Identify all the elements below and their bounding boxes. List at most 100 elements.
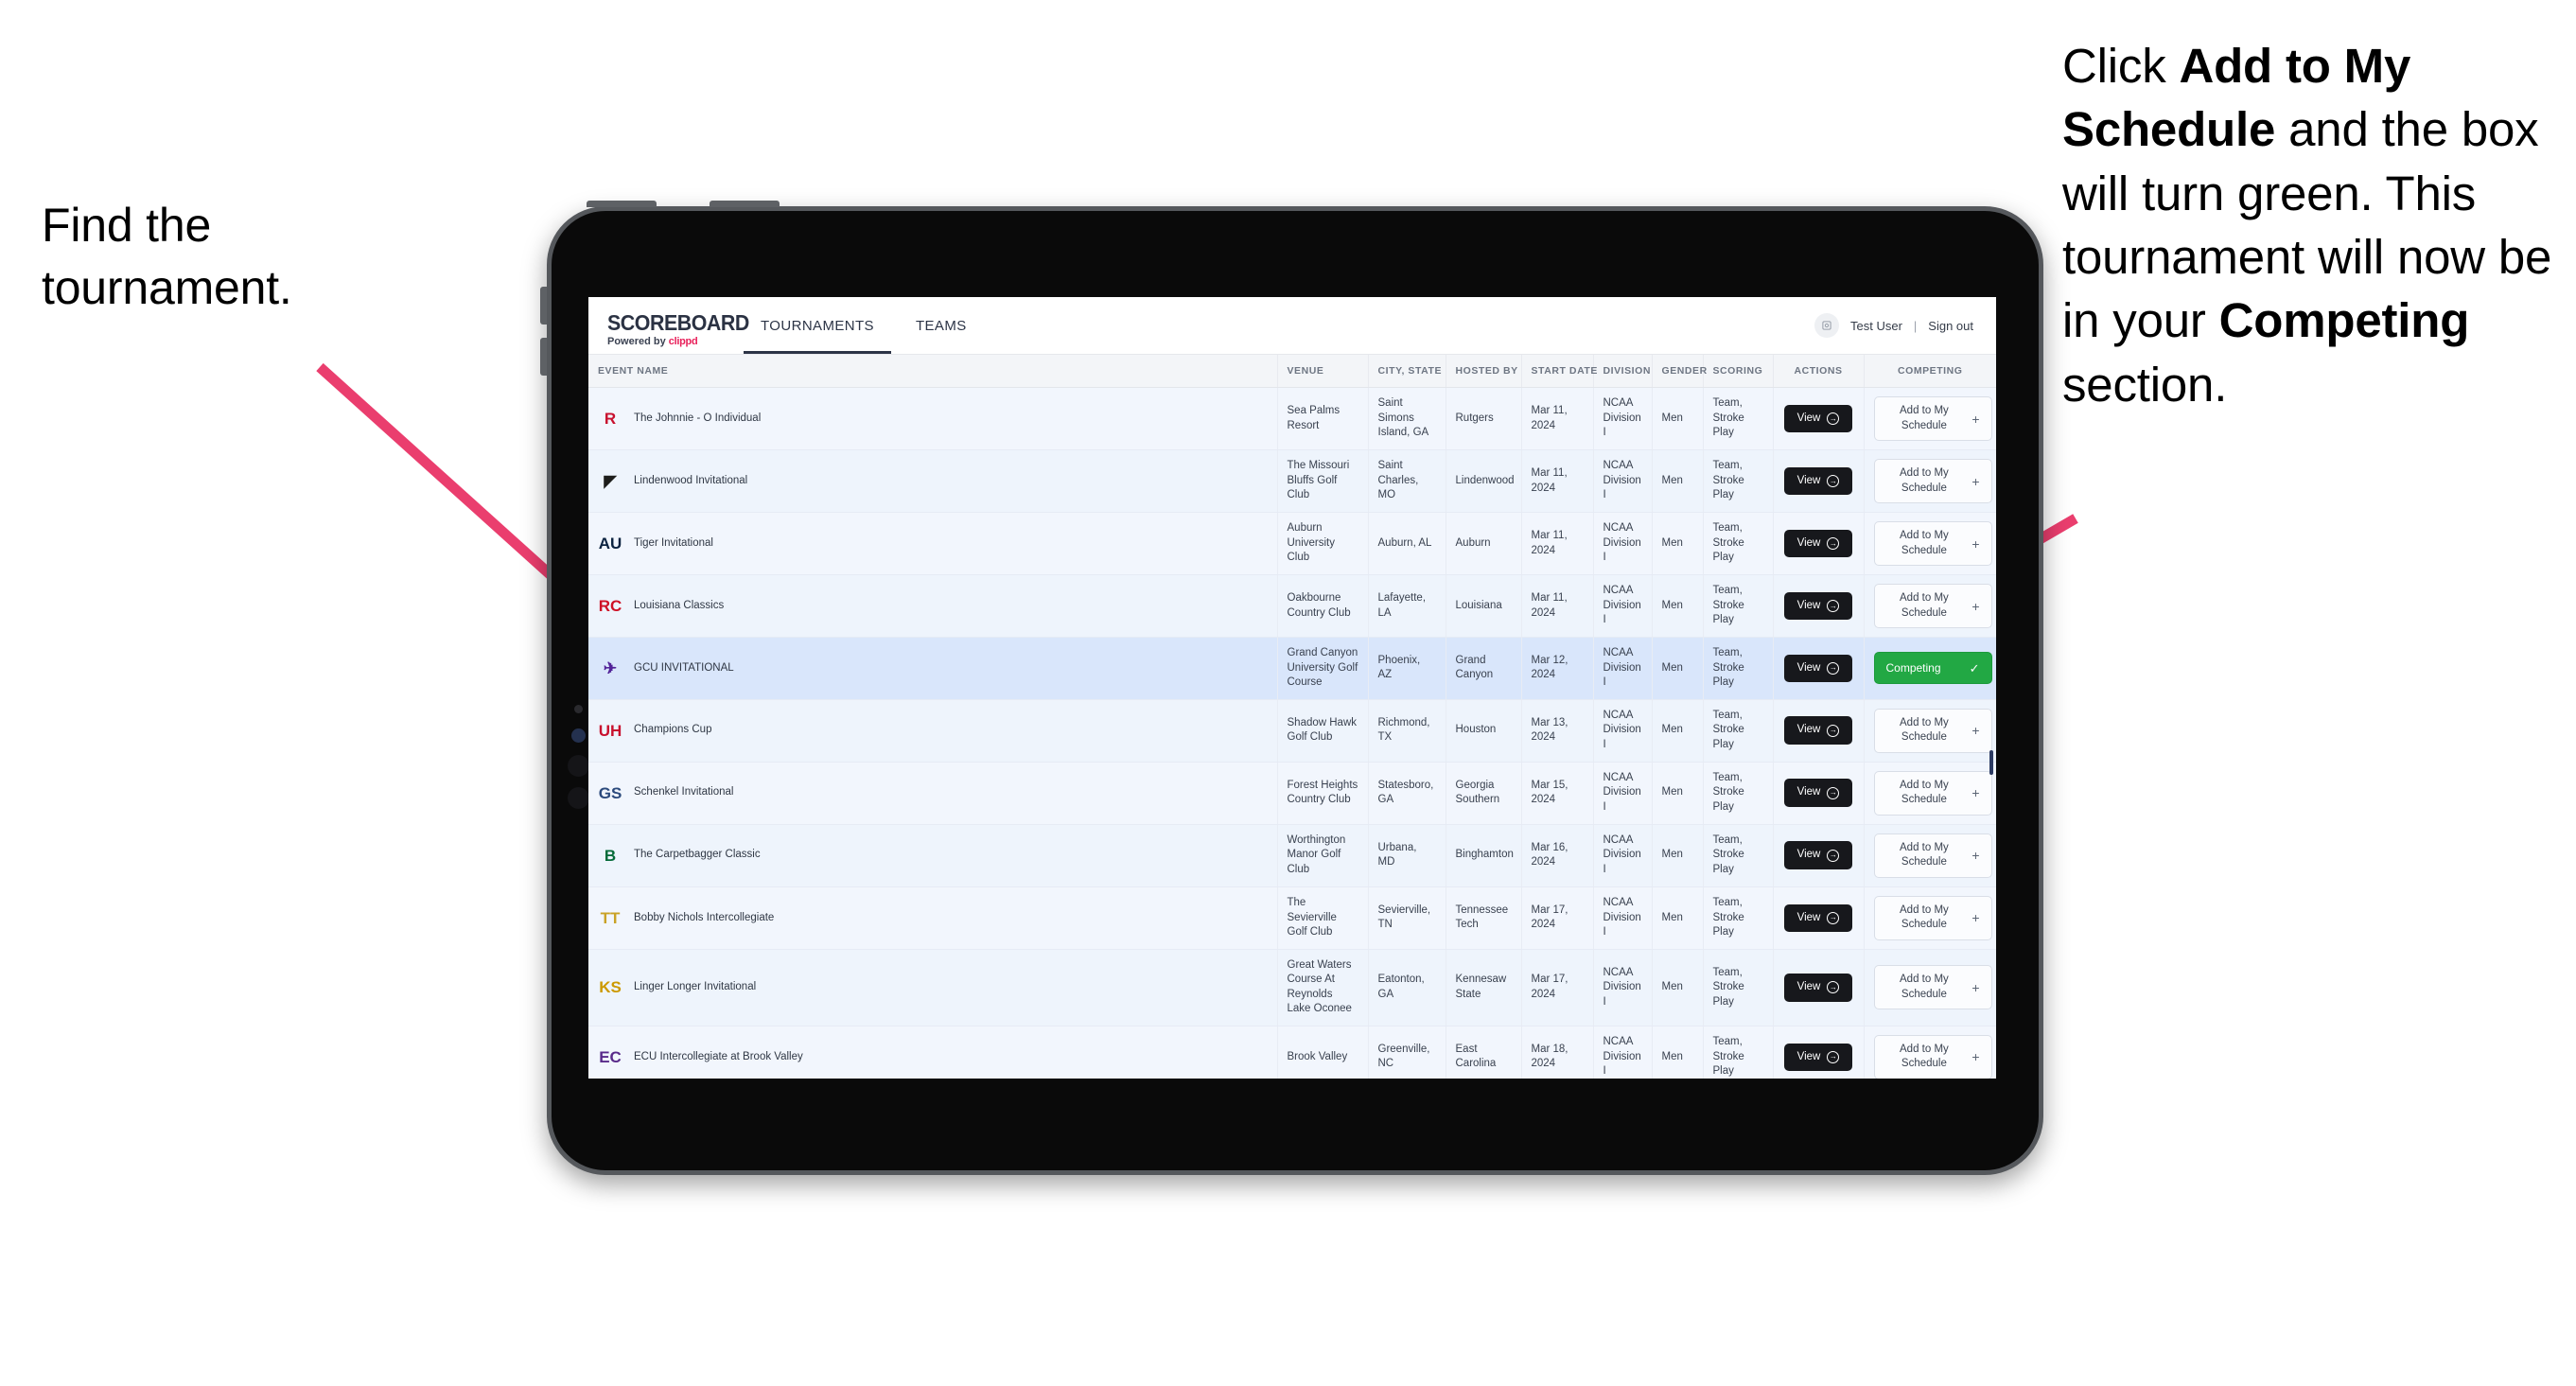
view-button[interactable]: View → bbox=[1783, 779, 1853, 807]
cell-event-name: ◤ Lindenwood Invitational bbox=[588, 449, 1278, 514]
annotation-left-line2: tournament. bbox=[42, 261, 292, 314]
add-to-my-schedule-button[interactable]: Add to My Schedule + bbox=[1873, 895, 1992, 940]
add-to-my-schedule-button[interactable]: Add to My Schedule + bbox=[1873, 521, 1992, 567]
cell-actions: View → bbox=[1773, 637, 1865, 700]
cell-start-date: Mar 16, 2024 bbox=[1521, 824, 1594, 887]
cell-scoring: Team, Stroke Play bbox=[1703, 1026, 1774, 1079]
table-row[interactable]: ◤ Lindenwood Invitational The Missouri B… bbox=[588, 449, 1996, 514]
col-header-gender[interactable]: GENDER bbox=[1652, 355, 1707, 388]
annotation-right-pre: Click bbox=[2062, 39, 2180, 93]
cell-start-date: Mar 15, 2024 bbox=[1521, 762, 1594, 825]
team-logo-icon: TT bbox=[600, 908, 621, 927]
tab-tournaments[interactable]: TOURNAMENTS bbox=[740, 297, 895, 354]
competing-badge[interactable]: Competing ✓ bbox=[1873, 652, 1992, 685]
view-button[interactable]: View → bbox=[1783, 466, 1853, 496]
arrow-right-circle-icon: → bbox=[1827, 911, 1840, 924]
cell-hosted-by: Auburn bbox=[1446, 512, 1522, 576]
cell-competing: Add to My Schedule + bbox=[1864, 762, 1996, 825]
col-header-scoring[interactable]: SCORING bbox=[1703, 355, 1774, 388]
view-button[interactable]: View → bbox=[1783, 904, 1853, 933]
add-to-my-schedule-button[interactable]: Add to My Schedule + bbox=[1873, 833, 1992, 878]
tablet-volume-up-button[interactable] bbox=[587, 201, 657, 207]
view-button[interactable]: View → bbox=[1783, 974, 1853, 1002]
tab-teams[interactable]: TEAMS bbox=[895, 297, 988, 354]
table-scrollbar-thumb[interactable] bbox=[1989, 750, 1993, 775]
cell-competing: Add to My Schedule + bbox=[1864, 699, 1996, 763]
event-name-label: The Johnnie - O Individual bbox=[634, 412, 762, 424]
add-to-my-schedule-button[interactable]: Add to My Schedule + bbox=[1873, 459, 1992, 504]
col-header-event-name[interactable]: EVENT NAME bbox=[588, 355, 1278, 388]
view-button[interactable]: View → bbox=[1783, 591, 1853, 621]
app-logo[interactable]: SCOREBOARD Powered by clippd bbox=[588, 297, 749, 354]
view-button[interactable]: View → bbox=[1783, 841, 1853, 869]
table-row[interactable]: RC Louisiana Classics Oakbourne Country … bbox=[588, 574, 1996, 639]
table-row[interactable]: ✈ GCU INVITATIONAL Grand Canyon Universi… bbox=[588, 637, 1996, 700]
annotation-left: Find the tournament. bbox=[42, 194, 448, 319]
col-header-city-state[interactable]: CITY, STATE bbox=[1368, 355, 1446, 388]
table-row[interactable]: UH Champions Cup Shadow Hawk Golf Club R… bbox=[588, 699, 1996, 763]
view-button[interactable]: View → bbox=[1783, 404, 1853, 433]
cell-venue: Sea Palms Resort bbox=[1277, 387, 1369, 451]
cell-event-name: AU Tiger Invitational bbox=[588, 512, 1278, 576]
col-header-hosted-by[interactable]: HOSTED BY bbox=[1446, 355, 1522, 388]
arrow-right-circle-icon: → bbox=[1827, 1050, 1840, 1063]
tablet-side-button-a[interactable] bbox=[540, 287, 547, 325]
view-button[interactable]: View → bbox=[1783, 1043, 1853, 1072]
cell-city-state: Urbana, MD bbox=[1368, 824, 1446, 887]
cell-gender: Men bbox=[1652, 449, 1704, 514]
add-to-my-schedule-label: Add to My Schedule bbox=[1900, 841, 1949, 868]
plus-icon: + bbox=[1971, 785, 1980, 801]
table-row[interactable]: TT Bobby Nichols Intercollegiate The Sev… bbox=[588, 886, 1996, 950]
add-to-my-schedule-label: Add to My Schedule bbox=[1900, 1043, 1949, 1070]
arrow-right-circle-icon: → bbox=[1827, 475, 1840, 488]
add-to-my-schedule-button[interactable]: Add to My Schedule + bbox=[1873, 708, 1992, 753]
col-header-start-date[interactable]: START DATE bbox=[1521, 355, 1597, 388]
team-logo-icon: EC bbox=[599, 1047, 622, 1066]
view-button-label: View bbox=[1796, 849, 1821, 861]
add-to-my-schedule-button[interactable]: Add to My Schedule + bbox=[1873, 584, 1992, 629]
table-row[interactable]: EC ECU Intercollegiate at Brook Valley B… bbox=[588, 1026, 1996, 1079]
add-to-my-schedule-label: Add to My Schedule bbox=[1900, 779, 1949, 806]
view-button[interactable]: View → bbox=[1783, 654, 1853, 683]
logo-brand-name: clippd bbox=[668, 336, 698, 347]
add-to-my-schedule-button[interactable]: Add to My Schedule + bbox=[1873, 1034, 1992, 1079]
cell-hosted-by: Grand Canyon bbox=[1446, 637, 1522, 700]
col-header-venue[interactable]: VENUE bbox=[1277, 355, 1369, 388]
col-header-division[interactable]: DIVISION bbox=[1593, 355, 1653, 388]
cell-actions: View → bbox=[1773, 762, 1865, 825]
view-button-label: View bbox=[1796, 724, 1821, 736]
add-to-my-schedule-button[interactable]: Add to My Schedule + bbox=[1873, 965, 1992, 1010]
cell-scoring: Team, Stroke Play bbox=[1703, 762, 1774, 825]
cell-actions: View → bbox=[1773, 512, 1865, 576]
table-row[interactable]: R The Johnnie - O Individual Sea Palms R… bbox=[588, 387, 1996, 451]
table-row[interactable]: GS Schenkel Invitational Forest Heights … bbox=[588, 762, 1996, 825]
table-row[interactable]: B The Carpetbagger Classic Worthington M… bbox=[588, 824, 1996, 887]
cell-city-state: Auburn, AL bbox=[1368, 512, 1446, 576]
tablet-side-button-b[interactable] bbox=[540, 338, 547, 376]
add-to-my-schedule-label: Add to My Schedule bbox=[1900, 467, 1949, 494]
sign-out-link[interactable]: Sign out bbox=[1928, 319, 1973, 333]
cell-gender: Men bbox=[1652, 699, 1704, 763]
tablet-camera-lens-one bbox=[568, 755, 589, 777]
user-avatar-icon[interactable] bbox=[1814, 313, 1839, 338]
table-row[interactable]: KS Linger Longer Invitational Great Wate… bbox=[588, 949, 1996, 1026]
cell-competing: Add to My Schedule + bbox=[1864, 387, 1996, 451]
table-row[interactable]: AU Tiger Invitational Auburn University … bbox=[588, 512, 1996, 576]
tablet-sensor-dot bbox=[574, 705, 583, 713]
cell-actions: View → bbox=[1773, 387, 1865, 451]
cell-scoring: Team, Stroke Play bbox=[1703, 699, 1774, 763]
cell-gender: Men bbox=[1652, 762, 1704, 825]
app-header: SCOREBOARD Powered by clippd TOURNAMENTS… bbox=[588, 297, 1996, 355]
cell-venue: Forest Heights Country Club bbox=[1277, 762, 1369, 825]
tablet-volume-down-button[interactable] bbox=[710, 201, 780, 207]
view-button[interactable]: View → bbox=[1783, 716, 1853, 745]
add-to-my-schedule-button[interactable]: Add to My Schedule + bbox=[1873, 396, 1992, 442]
tournaments-table-container[interactable]: EVENT NAME VENUE CITY, STATE HOSTED BY S… bbox=[588, 355, 1996, 1079]
view-button-label: View bbox=[1796, 536, 1821, 549]
cell-start-date: Mar 11, 2024 bbox=[1521, 574, 1594, 639]
view-button[interactable]: View → bbox=[1783, 529, 1853, 558]
add-to-my-schedule-button[interactable]: Add to My Schedule + bbox=[1873, 770, 1992, 816]
annotation-right: Click Add to My Schedule and the box wil… bbox=[2062, 34, 2576, 416]
add-to-my-schedule-label: Add to My Schedule bbox=[1900, 974, 1949, 1000]
cell-competing: Add to My Schedule + bbox=[1864, 512, 1996, 576]
